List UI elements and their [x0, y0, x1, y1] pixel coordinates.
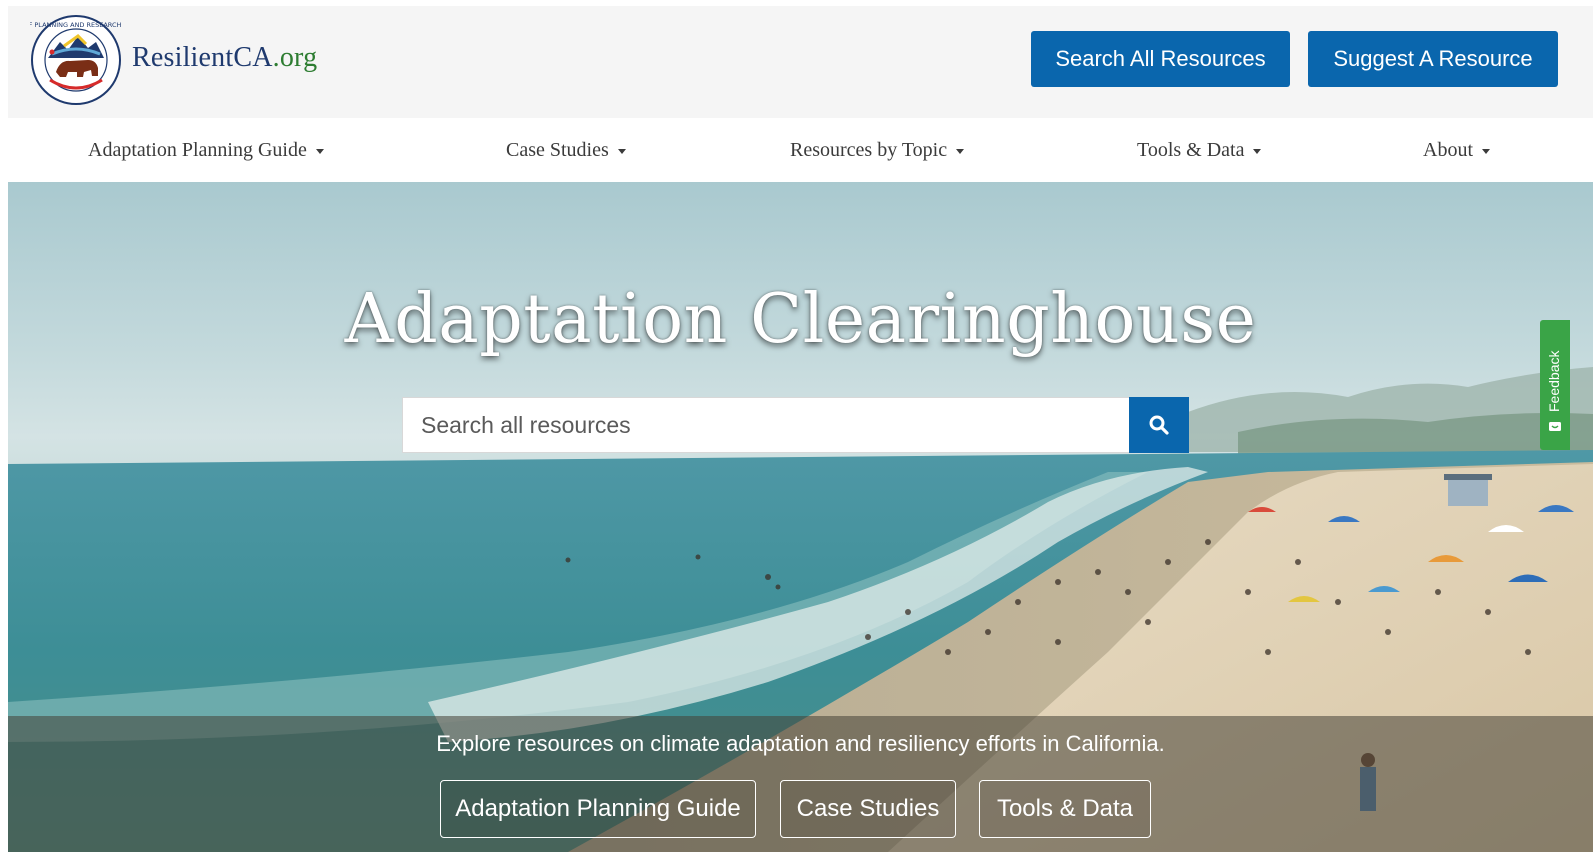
feedback-tab[interactable]: Feedback	[1540, 320, 1570, 450]
caret-down-icon	[617, 149, 626, 154]
nav-item-label: Adaptation Planning Guide	[88, 138, 307, 161]
svg-text:GOVERNOR'S OFFICE OF PLANNING: GOVERNOR'S OFFICE OF PLANNING AND RESEAR…	[30, 21, 122, 29]
hero-search-form	[402, 397, 1189, 453]
hero-banner: Adaptation Clearinghouse Feedback Explor…	[8, 182, 1593, 852]
caret-down-icon	[1482, 149, 1490, 154]
hero-button-case-studies[interactable]: Case Studies	[780, 780, 956, 838]
logo-tld: .org	[272, 42, 318, 73]
hero-button-tools-data[interactable]: Tools & Data	[979, 780, 1151, 838]
nav-item-label: Tools & Data	[1137, 138, 1245, 161]
caret-down-icon	[315, 149, 324, 154]
site-header: GOVERNOR'S OFFICE OF PLANNING AND RESEAR…	[0, 6, 1593, 118]
feedback-icon	[1549, 422, 1561, 431]
logo-name: ResilientCA	[132, 42, 273, 73]
nav-item-case-studies[interactable]: Case Studies	[506, 136, 626, 164]
nav-item-adaptation-planning-guide[interactable]: Adaptation Planning Guide	[88, 136, 324, 164]
nav-item-label: Resources by Topic	[790, 138, 948, 161]
search-icon	[1149, 415, 1169, 435]
nav-item-about[interactable]: About	[1423, 136, 1490, 164]
nav-item-resources-by-topic[interactable]: Resources by Topic	[790, 136, 965, 164]
caret-down-icon	[956, 149, 965, 154]
feedback-label: Feedback	[1546, 350, 1562, 412]
site-logo-text[interactable]: ResilientCA.org	[132, 42, 317, 74]
search-submit-button[interactable]	[1129, 397, 1189, 453]
nav-item-label: About	[1423, 138, 1473, 161]
search-all-resources-button[interactable]: Search All Resources	[1031, 31, 1290, 87]
suggest-resource-button[interactable]: Suggest A Resource	[1308, 31, 1558, 87]
nav-item-label: Case Studies	[506, 138, 609, 161]
nav-item-tools-data[interactable]: Tools & Data	[1137, 136, 1262, 164]
hero-bottom-band: Explore resources on climate adaptation …	[8, 716, 1593, 852]
hero-title: Adaptation Clearinghouse	[344, 280, 1257, 359]
hero-button-adaptation-planning-guide[interactable]: Adaptation Planning Guide	[440, 780, 756, 838]
state-seal-icon[interactable]: GOVERNOR'S OFFICE OF PLANNING AND RESEAR…	[0, 14, 200, 106]
main-nav: Adaptation Planning Guide Case Studies R…	[8, 118, 1593, 182]
hero-tagline: Explore resources on climate adaptation …	[436, 731, 1165, 756]
caret-down-icon	[1253, 149, 1262, 154]
search-input[interactable]	[402, 397, 1129, 453]
